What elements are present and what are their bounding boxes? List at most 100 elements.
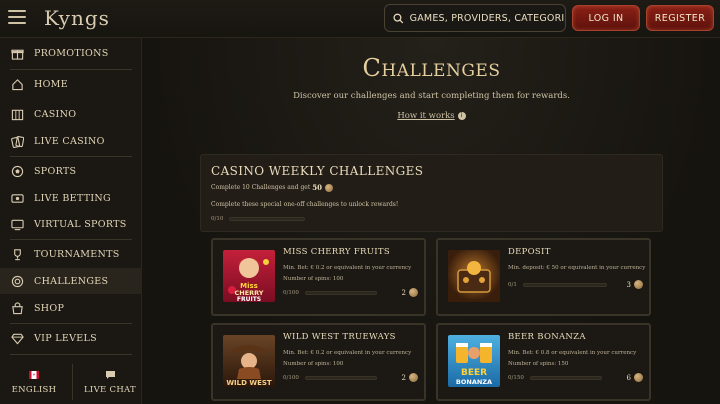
card-spins: Number of spins: 100 [283, 276, 344, 282]
casino-icon [10, 107, 24, 121]
language-label: English [11, 385, 57, 395]
search-icon [393, 13, 404, 23]
card-reward: 2 [402, 373, 418, 382]
weekly-progress: 0/10 [211, 216, 306, 222]
weekly-title: CASINO WEEKLY CHALLENGES [211, 164, 424, 178]
sidebar-item-label: VIP Levels [34, 332, 97, 344]
card-reward-amount: 2 [401, 373, 406, 382]
card-reward-amount: 3 [626, 280, 631, 289]
page-subtitle: Discover our challenges and start comple… [293, 91, 570, 101]
card-title: DEPOSIT [508, 247, 551, 257]
card-reward: 2 [402, 288, 418, 297]
live-betting-icon [10, 191, 24, 205]
sidebar-item-live-betting[interactable]: Live Betting [0, 185, 142, 211]
logo[interactable]: Kyngs [44, 6, 110, 30]
divider [10, 323, 132, 324]
divider [10, 354, 132, 355]
thumb-title-line3: FRUITS [237, 296, 261, 302]
how-it-works: How it works i [143, 111, 720, 121]
game-thumbnail: BEER BONANZA [448, 335, 500, 387]
cards-icon [10, 134, 24, 148]
sidebar-item-label: Home [34, 78, 68, 90]
card-progress-bar [304, 376, 377, 380]
card-title: WILD WEST TRUEWAYS [283, 332, 396, 342]
card-progress-text: 0/150 [508, 375, 524, 381]
challenge-card[interactable]: DEPOSIT Min. deposit: € 50 or equivalent… [436, 238, 651, 316]
card-progress-text: 0/100 [283, 290, 299, 296]
card-progress: 0/1 [508, 282, 646, 288]
sidebar-item-virtual-sports[interactable]: Virtual Sports [0, 211, 142, 237]
card-spins: Number of spins: 100 [283, 361, 344, 367]
sidebar-item-sports[interactable]: Sports [0, 158, 142, 184]
sidebar-item-label: Live Casino [34, 135, 105, 147]
thumb-title-line1: BEER [461, 368, 487, 378]
card-min-deposit: Min. deposit: € 50 or equivalent in your… [508, 265, 646, 271]
card-title: MISS CHERRY FRUITS [283, 247, 390, 257]
language-selector[interactable]: English [8, 364, 60, 400]
live-chat-label: Live Chat [83, 385, 136, 395]
coin-icon [409, 373, 418, 382]
game-thumbnail: Miss CHERRY FRUITS [223, 250, 275, 302]
search-input[interactable] [409, 12, 565, 24]
card-min-bet: Min. Bet: € 0.2 or equivalent in your cu… [283, 265, 412, 271]
shop-icon [10, 301, 24, 315]
card-progress: 0/100 [283, 375, 421, 381]
info-icon[interactable]: i [457, 111, 466, 120]
card-title: BEER BONANZA [508, 332, 586, 342]
virtual-sports-icon [10, 217, 24, 231]
main-content: Challenges Discover our challenges and s… [143, 38, 720, 404]
trophy-icon [10, 247, 24, 261]
game-thumbnail: WILD WEST [223, 335, 275, 387]
divider [72, 364, 73, 400]
sidebar-item-shop[interactable]: Shop [0, 295, 142, 321]
weekly-reward-line: Complete 10 Challenges and get 50 [211, 183, 334, 192]
card-progress-text: 0/100 [283, 375, 299, 381]
canada-flag-icon [29, 369, 39, 381]
weekly-challenges-panel: CASINO WEEKLY CHALLENGES Complete 10 Cha… [200, 154, 663, 232]
challenges-icon [10, 274, 24, 288]
sidebar: Promotions Home Casino Live Casino Sport… [0, 38, 142, 404]
coin-icon [325, 183, 334, 192]
sidebar-item-label: Live Betting [34, 192, 111, 204]
weekly-description: Complete these special one-off challenge… [211, 201, 399, 208]
thumb-title-line2: BONANZA [456, 378, 492, 386]
coin-icon [409, 288, 418, 297]
register-button[interactable]: REGISTER [646, 5, 714, 31]
sidebar-item-label: Virtual Sports [34, 218, 127, 230]
hamburger-menu-icon[interactable] [8, 10, 26, 26]
divider [10, 69, 132, 70]
how-it-works-link[interactable]: How it works [397, 111, 454, 121]
card-reward: 3 [627, 280, 643, 289]
diamond-icon [10, 331, 24, 345]
weekly-reward-amount: 50 [312, 183, 323, 192]
home-icon [10, 77, 24, 91]
sidebar-item-promotions[interactable]: Promotions [0, 40, 142, 66]
sidebar-item-label: Tournaments [34, 248, 120, 260]
sidebar-item-live-casino[interactable]: Live Casino [0, 128, 142, 154]
login-button[interactable]: LOG IN [572, 5, 640, 31]
challenge-card[interactable]: WILD WEST WILD WEST TRUEWAYS Min. Bet: €… [211, 323, 426, 401]
card-progress-bar [529, 376, 602, 380]
sidebar-item-home[interactable]: Home [0, 71, 142, 97]
sidebar-item-casino[interactable]: Casino [0, 101, 142, 127]
sidebar-item-vip-levels[interactable]: VIP Levels [0, 325, 142, 351]
card-reward-amount: 6 [626, 373, 631, 382]
live-chat-button[interactable]: Live Chat [82, 364, 138, 400]
challenge-card[interactable]: BEER BONANZA BEER BONANZA Min. Bet: € 0.… [436, 323, 651, 401]
card-progress-bar [304, 291, 377, 295]
coin-icon [634, 280, 643, 289]
sidebar-item-label: Challenges [34, 275, 109, 287]
weekly-progress-bar [229, 217, 306, 221]
divider [10, 239, 132, 240]
search-box[interactable] [384, 4, 566, 32]
deposit-thumbnail [448, 250, 500, 302]
sidebar-item-challenges[interactable]: Challenges [0, 268, 142, 294]
card-reward-amount: 2 [401, 288, 406, 297]
page-title: Challenges [362, 54, 501, 82]
card-progress-bar [522, 283, 607, 287]
sidebar-item-label: Promotions [34, 47, 109, 59]
gift-icon [10, 46, 24, 60]
card-reward: 6 [627, 373, 643, 382]
challenge-card[interactable]: Miss CHERRY FRUITS MISS CHERRY FRUITS Mi… [211, 238, 426, 316]
sidebar-item-tournaments[interactable]: Tournaments [0, 241, 142, 267]
